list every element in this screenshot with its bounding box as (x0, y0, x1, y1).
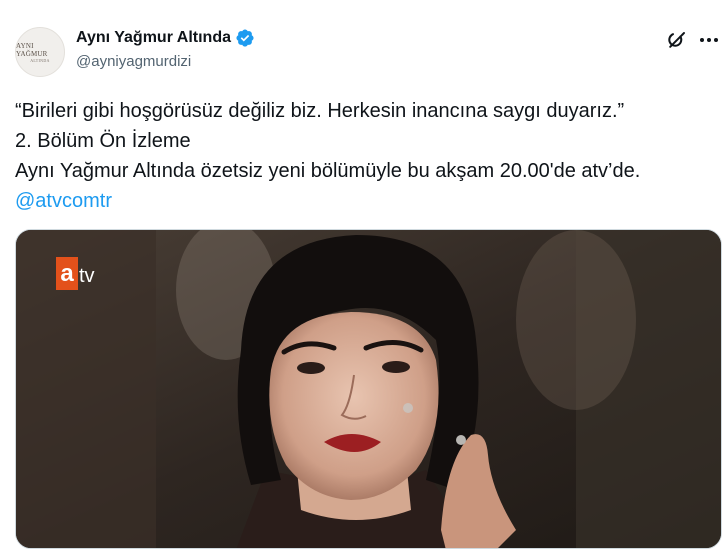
atv-logo-tv: tv (79, 264, 95, 287)
verified-badge-icon (235, 28, 255, 48)
tweet-line-3: Aynı Yağmur Altında özetsiz yeni bölümüy… (15, 160, 641, 182)
mention-link[interactable]: @atvcomtr (15, 190, 112, 212)
author-avatar[interactable]: AYNI YAĞMUR ALTINDA (15, 27, 65, 77)
author-name-row: Aynı Yağmur Altında (76, 28, 255, 48)
tweet-text: “Birileri gibi hoşgörüsüz değiliz biz. H… (15, 96, 715, 216)
tweet-media-video[interactable]: a tv (15, 229, 722, 549)
tweet-line-2: 2. Bölüm Ön İzleme (15, 130, 191, 152)
avatar-text-line2: ALTINDA (30, 57, 50, 63)
more-dots-icon[interactable] (697, 28, 721, 52)
video-frame-illustration (16, 230, 721, 548)
grok-icon[interactable] (665, 28, 689, 52)
author-handle[interactable]: @ayniyagmurdizi (76, 52, 191, 72)
atv-logo-a: a (56, 257, 78, 290)
avatar-text-line1: AYNI YAĞMUR (16, 41, 48, 58)
atv-logo: a tv (56, 257, 95, 290)
tweet-line-1: “Birileri gibi hoşgörüsüz değiliz biz. H… (15, 100, 625, 122)
author-display-name[interactable]: Aynı Yağmur Altında (76, 28, 231, 48)
